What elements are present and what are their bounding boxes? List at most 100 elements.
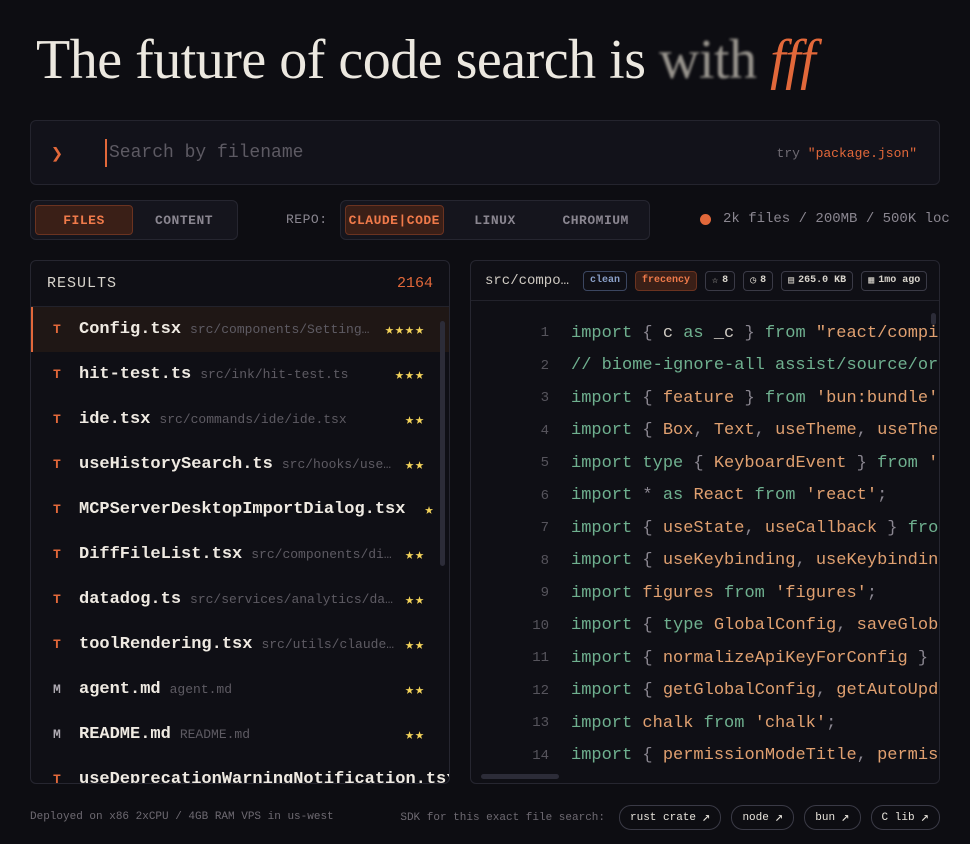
result-row[interactable]: TtoolRendering.tsx src/utils/claude/toolR… xyxy=(31,622,449,667)
code-token: import xyxy=(571,421,633,441)
code-line: 2 // biome-ignore-all assist/source/organ… xyxy=(471,350,939,383)
code-token: ; xyxy=(877,486,888,506)
results-header: RESULTS 2164 xyxy=(31,261,449,307)
code-line: 8 import { useKeybinding, useKeybindings xyxy=(471,545,939,578)
code-token: 'chalk' xyxy=(754,713,827,733)
code-token: useTheme xyxy=(877,421,939,441)
search-bar[interactable]: ❯ try "package.json" xyxy=(30,120,940,185)
result-filename: ide.tsx xyxy=(79,410,151,429)
code-token: } xyxy=(734,323,765,343)
code-token: import xyxy=(571,551,633,571)
typescript-file-icon: T xyxy=(53,592,61,607)
result-row[interactable]: TuseHistorySearch.ts src/hooks/useHistory… xyxy=(31,442,449,487)
code-token: ; xyxy=(938,389,939,408)
code-token: import xyxy=(571,518,633,538)
line-number: 12 xyxy=(532,682,549,699)
sdk-link-bun[interactable]: bun ↗ xyxy=(804,805,861,830)
code-token: from xyxy=(713,583,776,603)
tab-files[interactable]: FILES xyxy=(35,205,134,235)
result-rating: ★★ xyxy=(404,682,425,699)
code-token: , xyxy=(856,746,878,766)
code-line: 3 import { feature } from 'bun:bundle'; xyxy=(471,382,939,415)
repo-stats: 2k files / 200MB / 500K loc xyxy=(700,211,950,227)
code-line: 10 import { type GlobalConfig, saveGlobal… xyxy=(471,610,939,643)
line-number: 7 xyxy=(540,520,549,537)
result-row[interactable]: T Config.tsx src/components/Settings/Confi… xyxy=(31,307,449,352)
result-row[interactable]: TuseDeprecationWarningNotification.tsx xyxy=(31,757,449,784)
headline-with: with xyxy=(659,29,757,91)
search-input[interactable] xyxy=(105,139,705,167)
line-number: 4 xyxy=(540,422,549,439)
results-panel: RESULTS 2164 T Config.tsx src/components/S… xyxy=(30,260,450,784)
code-token: , xyxy=(815,681,837,701)
code-text: import { useKeybinding, useKeybindings xyxy=(571,551,939,571)
sdk-link-rust-crate[interactable]: rust crate ↗ xyxy=(619,805,722,830)
external-link-icon: ↗ xyxy=(774,810,784,826)
search-hint-query[interactable]: "package.json" xyxy=(808,146,917,161)
code-token: getGlobalConfig xyxy=(662,681,816,701)
result-row[interactable]: Magent.md agent.md ★★ xyxy=(31,667,449,712)
code-token: permissionModeFromString xyxy=(877,746,939,766)
sdk-link-c-lib[interactable]: C lib ↗ xyxy=(870,805,940,830)
line-number: 13 xyxy=(532,715,549,732)
code-token: 'figures' xyxy=(775,583,867,603)
results-list: T Config.tsx src/components/Settings/Confi… xyxy=(31,307,449,784)
result-rating: ★★ xyxy=(404,547,425,564)
repo-option-chromium[interactable]: CHROMIUM xyxy=(546,205,645,235)
chevron-right-icon: ❯ xyxy=(51,144,64,167)
tab-content[interactable]: CONTENT xyxy=(135,205,233,235)
result-path: src/commands/ide/ide.tsx xyxy=(159,412,347,427)
result-rating: ★★ xyxy=(404,727,425,744)
code-token: "react/compiler-runtime" xyxy=(815,323,939,343)
code-token: 'react' xyxy=(805,486,878,506)
code-token: normalizeApiKeyForConfig xyxy=(662,648,908,668)
result-rating: ★★ xyxy=(404,412,425,429)
line-number: 3 xyxy=(540,390,549,407)
code-token: { xyxy=(632,421,663,441)
code-token: type xyxy=(662,616,714,636)
external-link-icon: ↗ xyxy=(702,810,711,826)
result-rating: ★★★ xyxy=(394,367,425,384)
repo-option-linux[interactable]: LINUX xyxy=(446,205,545,235)
code-token: ; xyxy=(866,583,878,603)
result-path: README.md xyxy=(179,727,251,742)
code-token: , xyxy=(856,421,878,441)
line-number: 8 xyxy=(540,552,549,569)
code-token: import xyxy=(571,486,633,506)
code-token: * xyxy=(632,486,663,506)
typescript-file-icon: T xyxy=(53,772,61,784)
code-text: import { normalizeApiKeyForConfig } from xyxy=(571,648,939,668)
code-token: } xyxy=(734,388,765,408)
code-text: import type { KeyboardEvent } from '../.… xyxy=(571,454,939,473)
line-number: 2 xyxy=(540,357,549,374)
result-row[interactable]: T DiffFileList.tsx src/components/diff/Dif… xyxy=(31,532,449,577)
repo-option-claude-code[interactable]: CLAUDE|CODE xyxy=(345,205,444,235)
code-token: _c xyxy=(713,323,735,343)
results-scrollbar[interactable] xyxy=(440,321,445,566)
typescript-file-icon: T xyxy=(53,412,61,427)
code-horizontal-scrollbar[interactable] xyxy=(481,774,559,779)
result-rating: ★★★★ xyxy=(384,322,425,339)
line-number: 1 xyxy=(540,325,549,342)
code-text: import { feature } from 'bun:bundle'; xyxy=(571,388,939,408)
code-token: , xyxy=(836,616,857,636)
code-token: { xyxy=(632,648,663,668)
result-row[interactable]: M README.md README.md ★★ xyxy=(31,712,449,757)
result-row[interactable]: T MCPServerDesktopImportDialog.tsx ★ xyxy=(31,487,449,532)
code-token: import xyxy=(571,746,633,766)
code-line: 7 import { useState, useCallback } from xyxy=(471,512,939,545)
result-path: src/utils/claude/toolRendering.tsx xyxy=(261,637,395,652)
file-preview-panel: src/compo… clean frecency ☆ 8 ◷ 8 ▤ 265.0 K… xyxy=(470,260,940,784)
result-path: src/hooks/useHistorySearch.ts xyxy=(281,457,395,472)
code-token: // biome-ignore-all assist/source/organi… xyxy=(571,356,939,376)
code-token: , xyxy=(693,421,714,441)
code-token: useKeybindings xyxy=(815,551,939,571)
code-token: Box xyxy=(662,421,694,441)
sdk-link-node[interactable]: node ↗ xyxy=(731,805,795,830)
result-row[interactable]: Tdatadog.ts src/services/analytics/datado… xyxy=(31,577,449,622)
code-text: import chalk from 'chalk'; xyxy=(571,714,836,733)
result-row[interactable]: Thit-test.ts src/ink/hit-test.ts ★★★ xyxy=(31,352,449,397)
code-token: { xyxy=(632,746,663,766)
code-text: import { c as _c } from "react/compiler-… xyxy=(571,323,939,343)
result-row[interactable]: Tide.tsx src/commands/ide/ide.tsx ★★ xyxy=(31,397,449,442)
